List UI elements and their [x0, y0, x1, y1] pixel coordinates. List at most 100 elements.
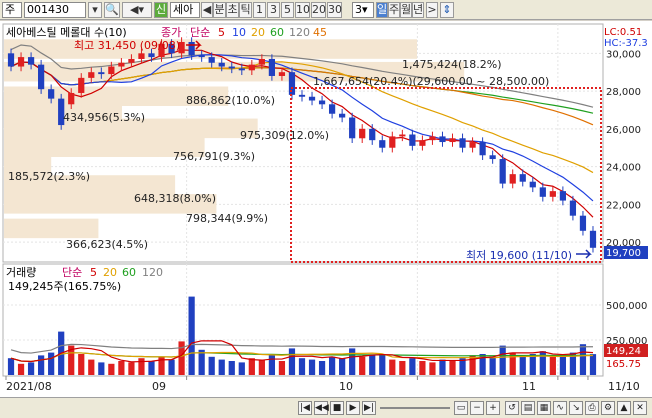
x-label-0: 2021/08	[6, 380, 52, 393]
price-y-tick: 30,000	[606, 49, 641, 60]
vp-label-9: 798,344(9.9%)	[186, 212, 268, 225]
nav-pause-button[interactable]: ■	[330, 401, 344, 415]
sound-button[interactable]: ◀▾	[122, 2, 152, 18]
nav-first-button[interactable]: |◀	[298, 401, 312, 415]
candle-body	[379, 140, 386, 148]
nav-print-button[interactable]: ⎙	[585, 401, 599, 415]
volume-bar	[359, 356, 366, 375]
volume-bar	[399, 361, 406, 375]
period-20[interactable]: 20	[311, 2, 326, 18]
volume-bar	[519, 355, 526, 375]
nav-up-button[interactable]: ▲	[617, 401, 631, 415]
candle-body	[479, 142, 486, 156]
period-1[interactable]: 1	[253, 2, 266, 18]
volume-y-tick: 500,000	[606, 301, 647, 312]
candle-body	[108, 66, 115, 75]
candle-body	[258, 58, 265, 65]
nav-back-fast-button[interactable]: ◀◀	[314, 401, 329, 415]
gear-icon: ⚙	[603, 403, 613, 413]
candle-body	[529, 181, 536, 188]
period-5[interactable]: 5	[281, 2, 294, 18]
x-label-1: 09	[152, 380, 166, 393]
candle-body	[399, 134, 406, 137]
market-select[interactable]: 주	[2, 2, 22, 18]
volume-bar	[238, 362, 245, 375]
watchlist-button[interactable]: 신	[154, 2, 168, 18]
nav-grid-button[interactable]: ▦	[537, 401, 551, 415]
price-legend-ma-type: 단순	[190, 26, 210, 39]
volume-bar	[449, 361, 456, 375]
range-year[interactable]: 년	[412, 2, 424, 18]
candle-body	[208, 57, 215, 63]
nav-minus-button[interactable]: −	[470, 401, 484, 415]
volume-bar	[258, 359, 265, 375]
nav-arrow-button[interactable]: ↘	[569, 401, 583, 415]
stock-code-input[interactable]: 001430	[24, 2, 86, 18]
code-dropdown-button[interactable]: ▾	[88, 2, 102, 18]
volume-bar	[429, 362, 436, 375]
volume-bar	[188, 296, 195, 375]
market-label: 주	[5, 3, 16, 16]
nav-close-button[interactable]: ✕	[633, 401, 647, 415]
hc-label: HC:-37.3	[604, 38, 648, 49]
volume-bar	[108, 363, 115, 375]
volume-bar	[589, 354, 597, 375]
period-min[interactable]: 분	[213, 2, 226, 18]
candle-body	[7, 53, 15, 67]
candle-body	[499, 159, 506, 184]
range-month[interactable]: 월	[400, 2, 412, 18]
nav-last-button[interactable]: ▶|	[362, 401, 376, 415]
nav-fit-button[interactable]: ▭	[454, 401, 468, 415]
volume-bar	[369, 355, 376, 375]
candle-body	[549, 191, 556, 197]
candle-body	[559, 191, 566, 201]
prev-arrow-button[interactable]: ◀	[201, 2, 213, 18]
volume-bar	[549, 356, 556, 375]
period-3[interactable]: 3	[267, 2, 280, 18]
volume-bar	[419, 361, 426, 375]
period-sec[interactable]: 초	[226, 2, 239, 18]
range-day[interactable]: 일	[376, 2, 388, 18]
search-button[interactable]: 🔍	[104, 2, 120, 18]
candle-body	[539, 187, 546, 197]
vp-label-2: 1,667,654(20.4%)(29,600.00 ~ 28,500.00)	[313, 75, 549, 88]
candle-body	[318, 100, 326, 105]
nav-settings-button[interactable]: ⚙	[601, 401, 615, 415]
volume-legend-ma-type: 단순	[62, 266, 82, 279]
volume-bar	[409, 358, 416, 375]
nav-line-button[interactable]: ∿	[553, 401, 567, 415]
range-week[interactable]: 주	[388, 2, 400, 18]
vp-label-3: 886,862(10.0%)	[186, 94, 275, 107]
next-arrow-button[interactable]: >	[426, 2, 438, 18]
candle-body	[268, 58, 276, 76]
nav-chart-button[interactable]: ▤	[521, 401, 535, 415]
volume-bar	[268, 354, 276, 375]
candle-body	[589, 230, 597, 248]
nav-forward-button[interactable]: ▶	[346, 401, 360, 415]
interval-select[interactable]: 3▾	[352, 2, 374, 18]
candle-body	[228, 66, 235, 69]
vp-label-6: 756,791(9.3%)	[173, 150, 255, 163]
period-30[interactable]: 30	[327, 2, 342, 18]
volume-bar	[328, 356, 336, 375]
zoom-slider-track[interactable]	[380, 407, 450, 409]
period-10[interactable]: 10	[295, 2, 310, 18]
x-label-2: 10	[339, 380, 353, 393]
candle-body	[298, 94, 306, 97]
candle-body	[369, 128, 376, 141]
candle-body	[238, 68, 245, 71]
volume-bar	[138, 358, 145, 375]
volume-bar	[218, 359, 225, 375]
volume-value-label: 149,245주(165.75%)	[8, 280, 121, 293]
volume-bar	[349, 348, 356, 375]
stock-chart-svg[interactable]: 30,00028,00026,00024,00022,00020,000500,…	[0, 21, 652, 397]
high-label: 최고 31,450 (09/08)	[74, 39, 180, 52]
price-legend-ma5: 5	[218, 26, 225, 39]
bookmark-icon: 신	[155, 3, 167, 16]
nav-reset-button[interactable]: ↺	[505, 401, 519, 415]
up-down-button[interactable]: ⇕	[440, 2, 454, 18]
chart-area[interactable]: 30,000 28,000 26,000 24,000 22,000 20,000 500,…	[0, 21, 652, 397]
nav-plus-button[interactable]: +	[486, 401, 500, 415]
candle-body	[148, 53, 155, 58]
period-tick[interactable]: 틱	[239, 2, 252, 18]
